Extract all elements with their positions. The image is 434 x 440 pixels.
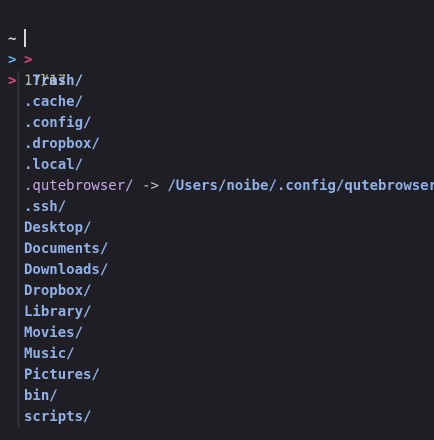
match-counter-line: 17/17 xyxy=(0,50,66,89)
entry-name: Desktop/ xyxy=(24,220,92,236)
link-arrow: -> xyxy=(142,178,159,194)
entry-content: .ssh/ xyxy=(24,197,66,218)
row-gutter xyxy=(17,176,20,197)
link-target: /Users/noibe/.config/qutebrowser xyxy=(167,178,434,194)
row-gutter xyxy=(17,365,20,386)
selection-marker: > xyxy=(8,73,17,89)
entry-name: Documents/ xyxy=(24,241,109,257)
entry-name: .config/ xyxy=(24,115,92,131)
entry-content: Library/ xyxy=(24,302,91,323)
entry-content: .config/ xyxy=(24,113,91,134)
terminal-window[interactable]: ~ > ls > 17/17 > .Trash/ .cache/ .config/ .d… xyxy=(0,0,434,440)
entry-name: scripts/ xyxy=(24,409,92,425)
entry-content: Pictures/ xyxy=(24,365,100,386)
row-gutter xyxy=(17,281,20,302)
row-gutter xyxy=(17,260,20,281)
entry-name: .Trash/ xyxy=(24,73,84,89)
entry-content: Downloads/ xyxy=(24,260,108,281)
row-gutter xyxy=(17,155,20,176)
row-gutter xyxy=(17,197,20,218)
entry-content: Documents/ xyxy=(24,239,108,260)
row-gutter xyxy=(17,344,20,365)
fuzzy-input-line[interactable]: > xyxy=(0,29,34,68)
row-gutter xyxy=(17,92,20,113)
text-cursor xyxy=(24,29,26,47)
entry-content: .Trash/ xyxy=(24,71,83,92)
row-gutter xyxy=(17,239,20,260)
entry-content: bin/ xyxy=(24,386,58,407)
command-line: ~ > ls xyxy=(0,8,57,89)
row-gutter xyxy=(17,134,20,155)
entry-name: Music/ xyxy=(24,346,75,362)
entry-content: Music/ xyxy=(24,344,75,365)
entry-name: .cache/ xyxy=(24,94,84,110)
row-gutter xyxy=(17,386,20,407)
entry-name: Dropbox/ xyxy=(24,283,92,299)
entry-name: Movies/ xyxy=(24,325,84,341)
entry-content: .qutebrowser/ -> /Users/noibe/.config/qu… xyxy=(24,176,434,197)
row-gutter xyxy=(17,218,20,239)
entry-content: .cache/ xyxy=(24,92,83,113)
row-gutter xyxy=(17,323,20,344)
entry-name: Pictures/ xyxy=(24,367,100,383)
entry-name: bin/ xyxy=(24,388,58,404)
entry-name: .ssh/ xyxy=(24,199,67,215)
entry-name: .qutebrowser/ xyxy=(24,178,134,194)
row-gutter xyxy=(17,113,20,134)
row-gutter xyxy=(17,407,20,428)
entry-content: Movies/ xyxy=(24,323,83,344)
entry-name: .dropbox/ xyxy=(24,136,100,152)
entry-content: .local/ xyxy=(24,155,83,176)
entry-content: Dropbox/ xyxy=(24,281,91,302)
entry-content: .dropbox/ xyxy=(24,134,100,155)
entry-content: scripts/ xyxy=(24,407,91,428)
entry-name: Library/ xyxy=(24,304,92,320)
entry-name: Downloads/ xyxy=(24,262,109,278)
row-gutter xyxy=(17,302,20,323)
entry-name: .local/ xyxy=(24,157,84,173)
entry-content: Desktop/ xyxy=(24,218,91,239)
